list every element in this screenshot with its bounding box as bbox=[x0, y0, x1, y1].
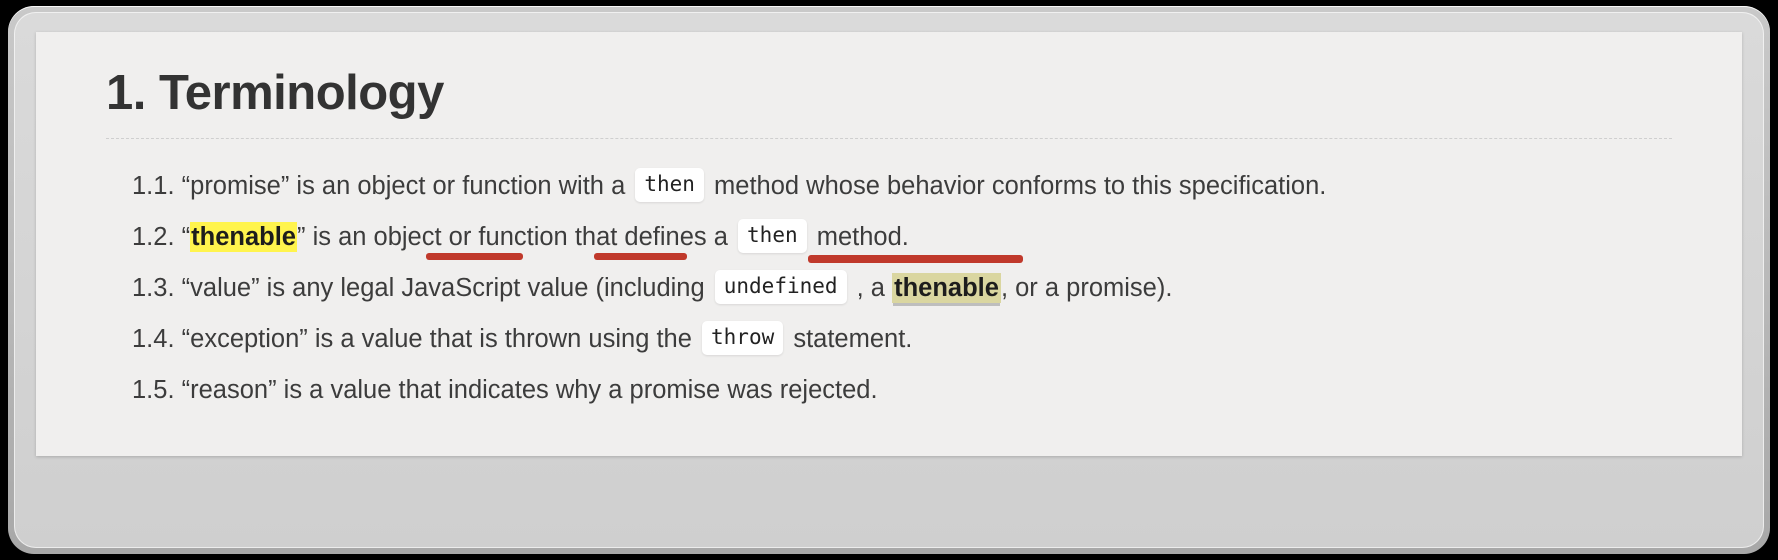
quote-open: “ bbox=[181, 222, 191, 251]
list-item-text-tail: method. bbox=[816, 222, 909, 251]
list-item-text: is an object or function that defines a bbox=[305, 222, 728, 251]
quote-close: ” bbox=[297, 222, 306, 251]
list-item-number: 1.3. bbox=[132, 273, 175, 302]
code-chip-throw: throw bbox=[702, 320, 784, 355]
list-item-text: “promise” is an object or function with … bbox=[181, 171, 626, 200]
list-item-text-tail: statement. bbox=[793, 324, 913, 353]
list-item-text: “exception” is a value that is thrown us… bbox=[181, 324, 692, 353]
heading-divider bbox=[106, 137, 1672, 139]
highlight-thenable-dim: thenable bbox=[892, 272, 1001, 303]
list-item: 1.3. “value” is any legal JavaScript val… bbox=[132, 263, 1672, 314]
list-item-text-tail: method whose behavior conforms to this s… bbox=[714, 171, 1327, 200]
list-item-text: “value” is any legal JavaScript value (i… bbox=[181, 273, 705, 302]
code-chip-then: then bbox=[738, 218, 807, 253]
list-item-number: 1.4. bbox=[132, 324, 175, 353]
list-item: 1.4. “exception” is a value that is thro… bbox=[132, 314, 1672, 365]
code-chip-then: then bbox=[635, 167, 704, 202]
annotation-underline-an-object bbox=[426, 252, 523, 260]
browser-window-frame: 1. Terminology 1.1. “promise” is an obje… bbox=[8, 6, 1770, 554]
document-viewport[interactable]: 1. Terminology 1.1. “promise” is an obje… bbox=[36, 32, 1742, 456]
code-chip-undefined: undefined bbox=[714, 269, 847, 304]
document-content: 1. Terminology 1.1. “promise” is an obje… bbox=[36, 32, 1742, 416]
list-item: 1.2. “thenable” is an object or function… bbox=[132, 212, 1672, 263]
list-item-text: “reason” is a value that indicates why a… bbox=[181, 375, 878, 404]
page-title: 1. Terminology bbox=[106, 66, 444, 120]
list-item: 1.5. “reason” is a value that indicates … bbox=[132, 365, 1672, 416]
list-item-text-mid: , a bbox=[856, 273, 885, 302]
annotation-underline-function bbox=[594, 252, 687, 260]
list-item-number: 1.2. bbox=[132, 222, 175, 251]
list-item: 1.1. “promise” is an object or function … bbox=[132, 161, 1672, 212]
list-item-number: 1.1. bbox=[132, 171, 175, 200]
list-item-text-tail: , or a promise). bbox=[1000, 273, 1173, 302]
annotation-underline-then-method bbox=[808, 254, 1023, 263]
highlight-thenable-bright: thenable bbox=[190, 221, 297, 252]
terminology-list: 1.1. “promise” is an object or function … bbox=[106, 161, 1672, 416]
list-item-number: 1.5. bbox=[132, 375, 175, 404]
